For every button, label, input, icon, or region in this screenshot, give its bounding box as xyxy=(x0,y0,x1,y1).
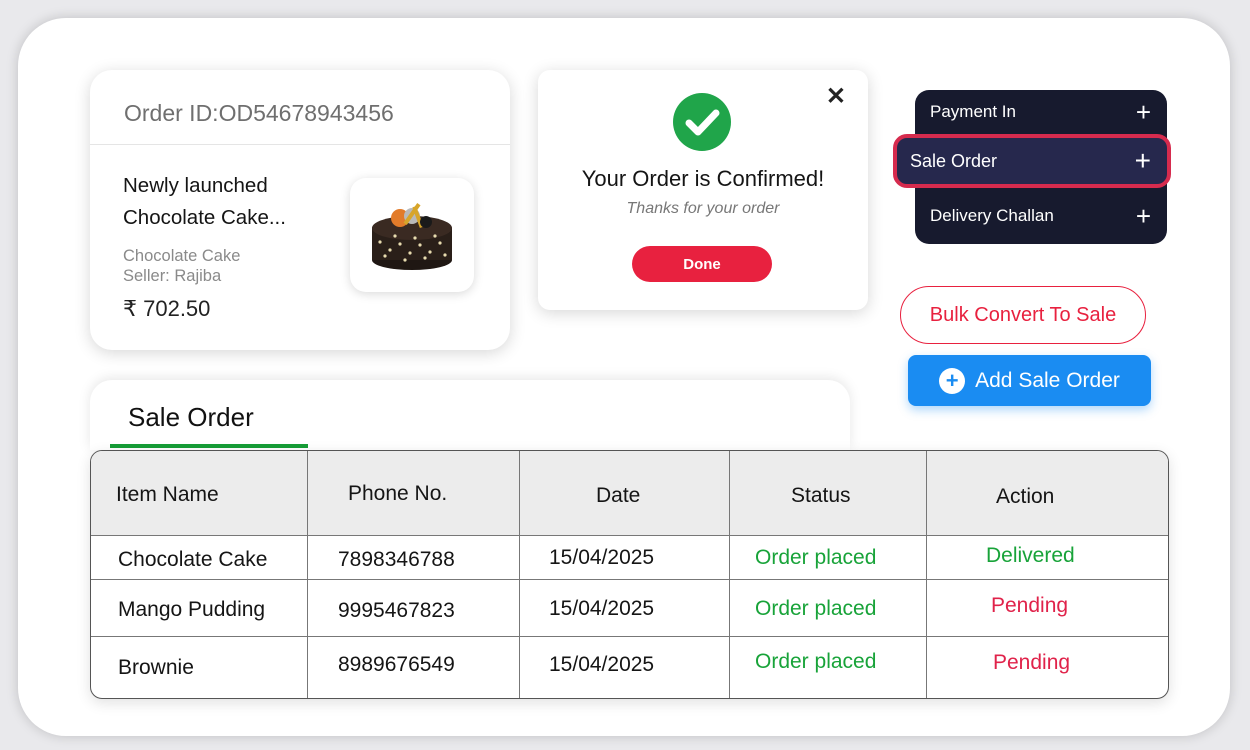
order-confirmed-dialog: ✕ Your Order is Confirmed! Thanks for yo… xyxy=(538,70,868,310)
menu-item-payment-in[interactable]: Payment In + xyxy=(915,90,1167,134)
menu-item-delivery-challan[interactable]: Delivery Challan + xyxy=(915,194,1167,238)
cell-status: Order placed xyxy=(755,546,877,569)
add-circle-icon: + xyxy=(939,367,966,394)
check-circle-icon xyxy=(673,93,731,151)
sale-order-table: Item Name Phone No. Date Status Action C… xyxy=(90,450,1169,699)
row-divider xyxy=(91,579,1168,580)
cell-item-name: Mango Pudding xyxy=(118,598,266,621)
cell-date: 15/04/2025 xyxy=(549,597,655,620)
add-sale-order-button[interactable]: + Add Sale Order xyxy=(908,355,1151,406)
add-sale-order-label: Add Sale Order xyxy=(975,368,1120,392)
cell-phone: 8989676549 xyxy=(338,653,455,676)
menu-item-label: Sale Order xyxy=(910,150,998,171)
cell-action[interactable]: Pending xyxy=(991,594,1068,618)
product-category: Chocolate Cake xyxy=(123,247,241,265)
close-icon[interactable]: ✕ xyxy=(826,82,846,111)
cell-phone: 9995467823 xyxy=(338,599,455,622)
cell-date: 15/04/2025 xyxy=(549,653,655,676)
column-header-date: Date xyxy=(596,484,641,507)
cell-action[interactable]: Pending xyxy=(993,651,1070,675)
column-header-action: Action xyxy=(996,485,1055,508)
sale-order-tab-bar: Sale Order xyxy=(90,380,850,450)
bulk-convert-button[interactable]: Bulk Convert To Sale xyxy=(900,286,1146,344)
row-divider xyxy=(91,636,1168,637)
row-divider xyxy=(91,535,1168,536)
tab-active-indicator xyxy=(110,444,308,448)
product-thumbnail xyxy=(350,178,474,292)
done-button[interactable]: Done xyxy=(632,246,772,282)
menu-item-label: Payment In xyxy=(930,102,1016,121)
menu-item-label: Delivery Challan xyxy=(930,206,1054,225)
product-price: ₹ 702.50 xyxy=(123,296,211,321)
confirm-title: Your Order is Confirmed! xyxy=(581,166,825,191)
col-divider xyxy=(519,451,520,698)
col-divider xyxy=(307,451,308,698)
plus-icon: + xyxy=(1135,97,1151,127)
confirm-subtitle: Thanks for your order xyxy=(626,200,780,217)
cell-item-name: Chocolate Cake xyxy=(118,548,268,571)
column-header-status: Status xyxy=(791,484,851,507)
cell-status: Order placed xyxy=(755,650,877,673)
divider xyxy=(90,144,510,145)
cell-phone: 7898346788 xyxy=(338,548,455,571)
tab-sale-order[interactable]: Sale Order xyxy=(128,402,254,433)
cake-image xyxy=(372,203,452,270)
cell-action[interactable]: Delivered xyxy=(986,544,1075,568)
cell-item-name: Brownie xyxy=(118,656,194,679)
column-header-phone: Phone No. xyxy=(348,482,448,505)
menu-item-sale-order[interactable]: Sale Order + xyxy=(893,134,1171,188)
column-header-item-name: Item Name xyxy=(116,483,219,506)
cell-status: Order placed xyxy=(755,597,877,620)
order-card: Order ID:OD54678943456 Newly launched Ch… xyxy=(90,70,510,350)
order-id: Order ID:OD54678943456 xyxy=(124,100,394,126)
product-name: Newly launched Chocolate Cake... xyxy=(123,174,286,229)
col-divider xyxy=(926,451,927,698)
cell-date: 15/04/2025 xyxy=(549,546,655,569)
plus-icon: + xyxy=(1135,201,1151,231)
seller-name: Seller: Rajiba xyxy=(123,267,222,285)
col-divider xyxy=(729,451,730,698)
plus-icon: + xyxy=(1134,145,1151,176)
